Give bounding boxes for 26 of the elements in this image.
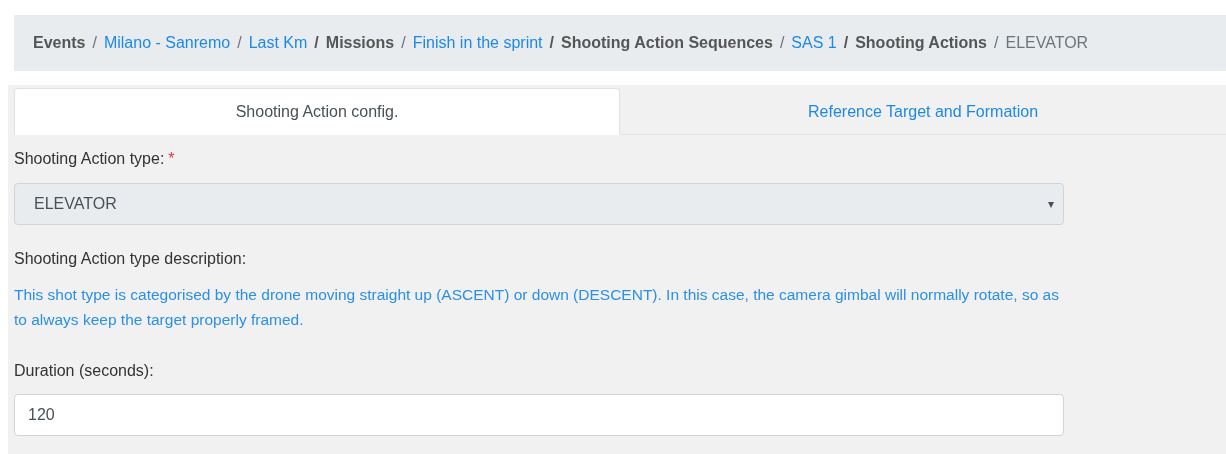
breadcrumb-separator: / (313, 33, 320, 53)
breadcrumb-link[interactable]: SAS 1 (791, 31, 837, 55)
breadcrumb-separator: / (778, 33, 786, 53)
breadcrumb-item: ELEVATOR (1005, 33, 1089, 53)
breadcrumb-separator: / (842, 33, 850, 53)
breadcrumb-separator: / (400, 33, 407, 53)
breadcrumb-separator: / (548, 33, 555, 53)
breadcrumb-link[interactable]: Milano - Sanremo (103, 31, 231, 55)
type-description: This shot type is categorised by the drone moving straight up (ASCENT) or down (DESCENT). In this case, the camera gimbal will normally rotate, so as to always keep the target properly framed. (14, 285, 1060, 330)
breadcrumb-link[interactable]: Finish in the sprint (412, 31, 543, 55)
breadcrumb-separator: / (236, 33, 243, 53)
tab[interactable]: Shooting Action config. (14, 88, 621, 135)
field-label: Shooting Action type description: (14, 249, 248, 269)
breadcrumb-separator: / (91, 33, 98, 53)
breadcrumb-item: Shooting Actions (855, 33, 987, 53)
tab[interactable]: Reference Target and Formation (620, 88, 1226, 135)
breadcrumb-item: Missions (325, 33, 395, 53)
breadcrumb-item: Events (33, 33, 86, 53)
breadcrumb-link[interactable]: Last Km (248, 31, 308, 55)
breadcrumb-separator: / (993, 33, 1000, 53)
required-mark: * (168, 149, 175, 169)
field-label: Shooting Action type: (14, 149, 165, 169)
duration-field[interactable]: 120 (14, 394, 1064, 436)
field-label: Duration (seconds): (14, 361, 155, 381)
breadcrumb-item: Shooting Action Sequences (561, 33, 773, 53)
caret-icon: ▾ (1048, 195, 1054, 213)
